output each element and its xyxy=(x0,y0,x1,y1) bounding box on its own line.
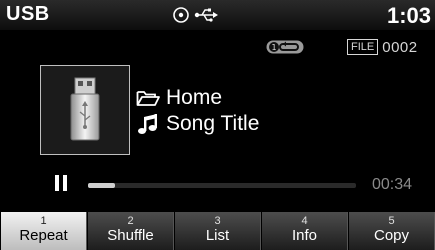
source-label: USB xyxy=(6,3,50,25)
softkey-list-button[interactable]: 3 List xyxy=(174,212,261,250)
softkey-number: 2 xyxy=(127,215,134,227)
progress-bar[interactable] xyxy=(88,183,356,188)
repeat-one-icon: 1 xyxy=(266,40,304,54)
softkey-label: Repeat xyxy=(19,227,68,244)
folder-name: Home xyxy=(166,86,223,109)
usb-drive-icon xyxy=(70,77,100,141)
file-number: 0002 xyxy=(382,38,418,56)
softkey-info-button[interactable]: 4 Info xyxy=(261,212,348,250)
softkey-bar: 1 Repeat 2 Shuffle 3 List 4 Info 5 Copy xyxy=(0,212,435,250)
elapsed-time: 00:34 xyxy=(372,176,413,193)
status-icons xyxy=(172,6,222,26)
file-indicator: FILE 0002 xyxy=(347,38,418,56)
progress-fill xyxy=(88,183,115,188)
softkey-label: Shuffle xyxy=(107,227,154,244)
status-bar: USB 1:03 xyxy=(0,0,435,30)
softkey-label: Info xyxy=(291,227,318,244)
now-playing-panel: 1 FILE 0002 Home Song Title 00:34 xyxy=(0,30,435,212)
softkey-label: Copy xyxy=(373,227,410,244)
softkey-number: 4 xyxy=(301,215,308,227)
pause-icon[interactable] xyxy=(54,173,68,193)
softkey-copy-button[interactable]: 5 Copy xyxy=(348,212,435,250)
softkey-label: List xyxy=(205,227,230,244)
song-row: Song Title xyxy=(136,112,259,136)
usb-icon xyxy=(194,8,218,22)
song-title: Song Title xyxy=(166,112,260,135)
album-art xyxy=(40,65,130,155)
folder-icon xyxy=(136,91,160,106)
softkey-number: 5 xyxy=(388,215,395,227)
softkey-number: 1 xyxy=(40,215,47,227)
softkey-shuffle-button[interactable]: 2 Shuffle xyxy=(87,212,174,250)
disc-icon xyxy=(173,7,189,23)
svg-text:1: 1 xyxy=(271,43,276,52)
clock: 1:03 xyxy=(386,3,431,28)
folder-row: Home xyxy=(136,86,222,110)
softkey-repeat-button[interactable]: 1 Repeat xyxy=(0,212,87,250)
softkey-number: 3 xyxy=(214,215,221,227)
music-note-icon xyxy=(138,114,157,134)
file-label: FILE xyxy=(347,39,379,55)
